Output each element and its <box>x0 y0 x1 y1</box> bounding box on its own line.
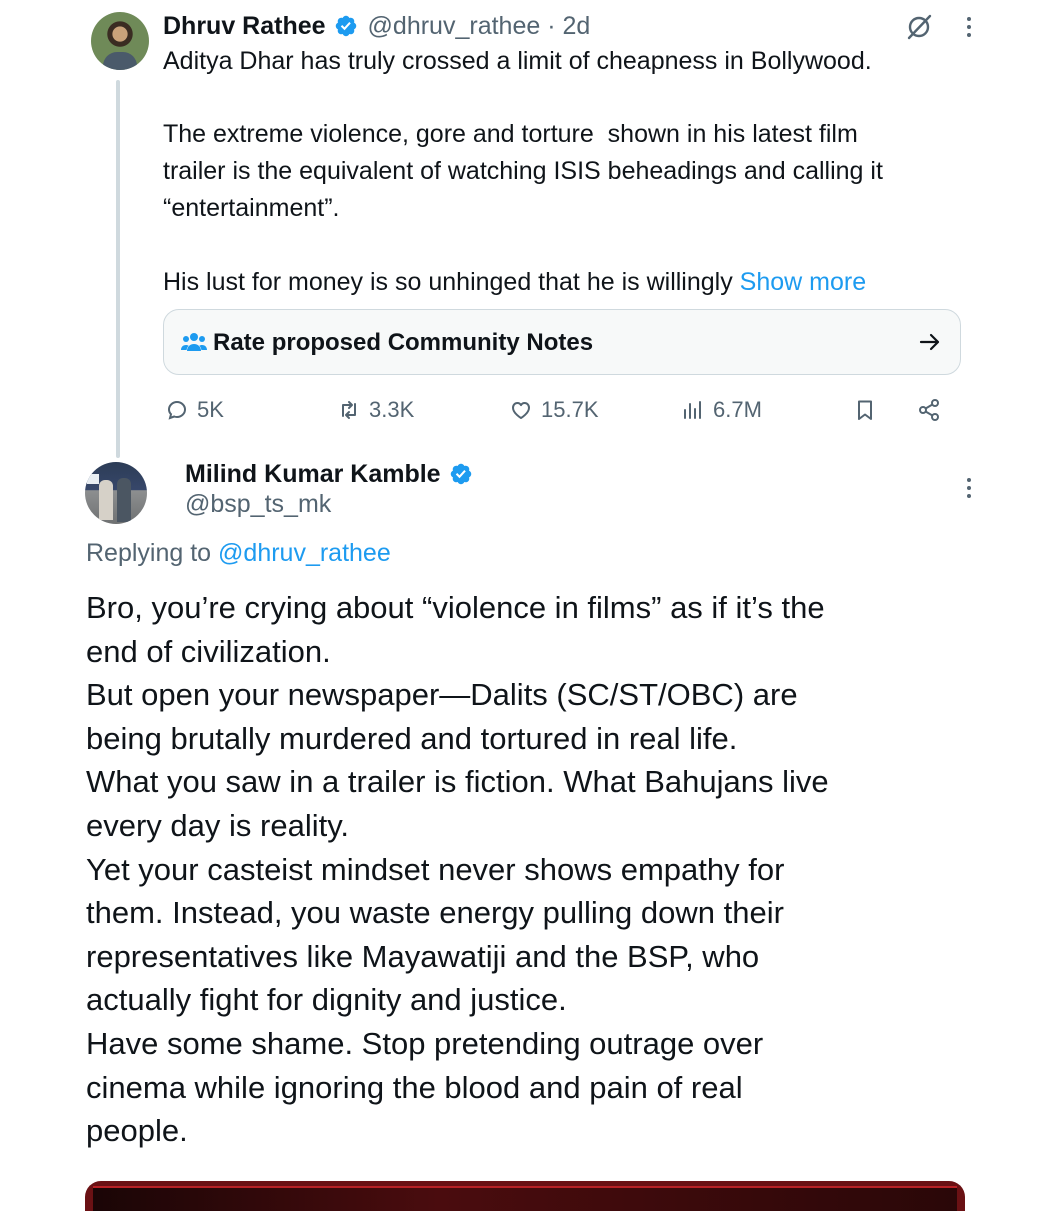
tweet-line: Aditya Dhar has truly crossed a limit of… <box>163 47 872 75</box>
community-people-icon <box>181 333 207 351</box>
author-name[interactable]: Dhruv Rathee <box>163 12 326 41</box>
avatar-person <box>99 480 113 520</box>
reply-author-avatar[interactable] <box>85 462 147 524</box>
reply-line: Yet your casteist mindset never shows em… <box>86 851 785 887</box>
reply-author-name[interactable]: Milind Kumar Kamble <box>185 460 441 489</box>
community-notes-button[interactable]: Rate proposed Community Notes <box>163 309 961 375</box>
grok-icon[interactable] <box>904 12 934 42</box>
replying-to: Replying to @dhruv_rathee <box>86 539 391 568</box>
tweet-header: Dhruv Rathee @dhruv_rathee · 2d <box>163 9 590 43</box>
replying-to-prefix: Replying to <box>86 539 219 567</box>
like-count: 15.7K <box>541 397 599 422</box>
tweet-line: His lust for money is so unhinged that h… <box>163 268 740 296</box>
avatar-person <box>117 478 131 522</box>
reply-author-handle[interactable]: @bsp_ts_mk <box>185 490 331 519</box>
reply-line: them. Instead, you waste energy pulling … <box>86 895 784 931</box>
reply-body: Bro, you’re crying about “violence in fi… <box>86 586 986 1153</box>
tweet-last-line: His lust for money is so unhinged that h… <box>163 264 866 301</box>
reply-line: Have some shame. Stop pretending outrage… <box>86 1025 764 1061</box>
reply-icon <box>167 400 187 420</box>
share-button[interactable] <box>917 395 949 425</box>
community-notes-label: Rate proposed Community Notes <box>213 329 594 356</box>
repost-button[interactable]: 3.3K <box>337 395 414 425</box>
bookmark-icon <box>858 400 872 420</box>
repost-icon <box>342 401 356 419</box>
like-button[interactable]: 15.7K <box>509 395 599 425</box>
views-icon <box>684 401 701 419</box>
reply-line: end of civilization. <box>86 633 331 669</box>
reply-line: cinema while ignoring the blood and pain… <box>86 1069 743 1105</box>
verified-badge-icon <box>335 15 356 37</box>
replying-to-handle-link[interactable]: @dhruv_rathee <box>218 539 391 567</box>
reply-line: representatives like Mayawatiji and the … <box>86 938 760 974</box>
reply-media-image[interactable] <box>85 1181 965 1211</box>
reply-line: being brutally murdered and tortured in … <box>86 720 738 756</box>
show-more-link[interactable]: Show more <box>740 268 866 296</box>
tweet-line: “entertainment”. <box>163 194 340 222</box>
tweet-line: The extreme violence, gore and torture s… <box>163 120 858 148</box>
views-button[interactable]: 6.7M <box>681 395 762 425</box>
repost-count: 3.3K <box>369 397 415 422</box>
more-vertical-icon[interactable] <box>959 14 979 40</box>
more-vertical-icon[interactable] <box>959 475 979 501</box>
heart-icon <box>512 402 530 419</box>
reply-line: What you saw in a trailer is fiction. Wh… <box>86 764 829 800</box>
author-handle-time[interactable]: @dhruv_rathee · 2d <box>368 12 591 41</box>
thread-connector-line <box>116 80 120 458</box>
reply-line: Bro, you’re crying about “violence in fi… <box>86 590 825 625</box>
avatar-shirt <box>103 52 137 70</box>
author-avatar[interactable] <box>91 12 149 70</box>
reply-button[interactable]: 5K <box>165 395 224 425</box>
reply-count: 5K <box>197 397 224 422</box>
verified-badge-icon <box>450 463 471 485</box>
avatar-sign <box>87 474 99 484</box>
reply-line: actually fight for dignity and justice. <box>86 982 567 1018</box>
arrow-right-icon <box>919 333 940 351</box>
reply-line: But open your newspaper—Dalits (SC/ST/OB… <box>86 677 798 713</box>
tweet-line: trailer is the equivalent of watching IS… <box>163 157 883 185</box>
reply-line: people. <box>86 1113 188 1149</box>
bookmark-button[interactable] <box>853 395 885 425</box>
reply-header: Milind Kumar Kamble <box>185 456 473 492</box>
reply-line: every day is reality. <box>86 807 350 843</box>
views-count: 6.7M <box>713 397 762 422</box>
share-icon <box>919 399 939 421</box>
